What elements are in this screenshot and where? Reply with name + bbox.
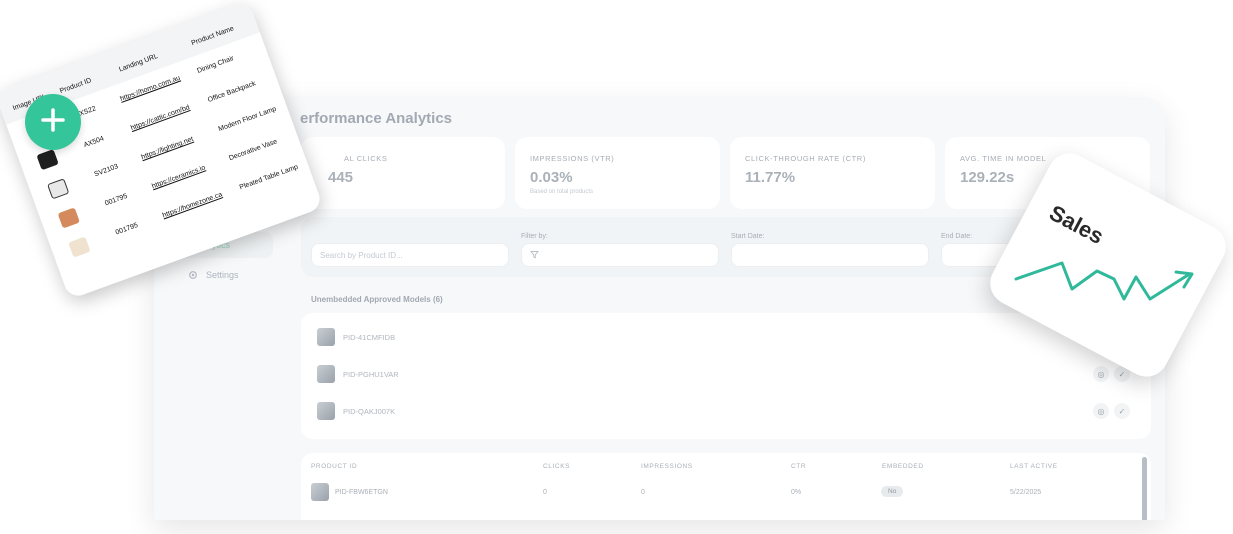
product-name: Modern Floor Lamp (217, 105, 278, 134)
product-image-table-lamp (68, 236, 91, 258)
sidebar-item-label: Settings (206, 270, 239, 280)
model-thumbnail (317, 402, 335, 420)
landing-url-link[interactable]: https://ceramics.io (151, 164, 206, 190)
column-header[interactable]: LAST ACTIVE (1010, 463, 1058, 470)
stat-card-impressions: IMPRESSIONS (VTR) 0.03% Based on total p… (515, 137, 720, 209)
filter-label: Filter by: (521, 233, 548, 240)
landing-url-link[interactable]: https://cattic.com/bd (130, 104, 191, 132)
gear-icon (188, 270, 198, 280)
view-model-button[interactable]: ◎ (1093, 403, 1109, 419)
status-badge: No (881, 486, 904, 497)
stat-card-ctr: CLICK-THROUGH RATE (CTR) 11.77% (730, 137, 935, 209)
product-id: AX504 (82, 135, 106, 150)
last-active-cell: 5/22/2025 (1010, 489, 1042, 496)
model-id: PID-PGHU1VAR (343, 369, 399, 379)
list-item[interactable]: PID-41CMFIDB (317, 327, 395, 347)
stat-value: 0.03% (530, 169, 573, 186)
stat-label: AL CLICKS (344, 154, 388, 163)
scrollbar[interactable] (1142, 457, 1147, 520)
stat-label: IMPRESSIONS (VTR) (530, 154, 615, 163)
models-section-title: Unembedded Approved Models (6) (311, 295, 443, 304)
product-id: 001795 (114, 221, 140, 237)
clicks-cell: 0 (543, 489, 547, 496)
product-image-vase (57, 207, 80, 229)
product-name: Office Backpack (206, 80, 257, 105)
page-title: erformance Analytics (300, 110, 453, 127)
column-header[interactable]: PRODUCT ID (311, 463, 357, 470)
product-name: Dining Chair (196, 55, 235, 75)
plus-icon (40, 107, 66, 138)
column-header[interactable]: CTR (791, 463, 806, 470)
eye-icon: ◎ (1097, 406, 1105, 416)
trend-up-icon (1014, 261, 1194, 301)
product-image-backpack (36, 149, 59, 171)
stat-card-clicks: AL CLICKS 445 (301, 137, 505, 209)
end-date-label: End Date: (941, 233, 973, 240)
landing-url-link[interactable]: https://lighting.net (140, 136, 194, 161)
impressions-cell: 0 (641, 489, 645, 496)
landing-url-link[interactable]: https://homezone.ca (162, 191, 224, 219)
product-id: 001795 (104, 192, 129, 208)
product-table: PRODUCT ID CLICKS IMPRESSIONS CTR EMBEDD… (301, 453, 1151, 520)
approve-button[interactable]: ✓ (1114, 403, 1130, 419)
product-thumbnail (311, 483, 329, 501)
model-id: PID-QAKJ007K (343, 406, 396, 416)
filter-icon (530, 250, 539, 261)
eye-icon: ◎ (1097, 369, 1105, 379)
sidebar-item-settings[interactable]: Settings (168, 262, 273, 288)
product-id: SV2103 (93, 163, 120, 179)
list-item[interactable]: PID-PGHU1VAR (317, 364, 399, 384)
list-item[interactable]: PID-QAKJ007K (317, 401, 395, 421)
column-header[interactable]: CLICKS (543, 463, 570, 470)
view-model-button[interactable]: ◎ (1093, 366, 1109, 382)
search-input[interactable]: Search by Product ID... (311, 243, 509, 267)
product-name: Pleated Table Lamp (238, 163, 300, 192)
filter-select[interactable] (521, 243, 719, 267)
ctr-cell: 0% (791, 489, 802, 496)
add-button[interactable] (25, 94, 81, 150)
models-panel: PID-41CMFIDB PID-PGHU1VAR PID-QAKJ007K ◎… (301, 313, 1151, 439)
model-thumbnail (317, 328, 335, 346)
stat-label: AVG. TIME IN MODEL (960, 154, 1047, 163)
model-id: PID-41CMFIDB (343, 332, 396, 342)
product-name: Decorative Vase (228, 138, 279, 163)
stat-subtext: Based on total products (530, 189, 594, 195)
start-date-label: Start Date: (731, 233, 765, 240)
start-date-input[interactable] (731, 243, 929, 267)
check-icon: ✓ (1118, 369, 1126, 379)
stat-value: 11.77% (745, 169, 796, 186)
column-header[interactable]: IMPRESSIONS (641, 463, 693, 470)
stat-label: CLICK-THROUGH RATE (CTR) (745, 154, 866, 163)
product-image-lamp (47, 178, 70, 200)
product-id-cell[interactable]: PID-FBW6ETGN (335, 489, 388, 496)
check-icon: ✓ (1118, 406, 1126, 416)
model-thumbnail (317, 365, 335, 383)
stat-value: 445 (328, 169, 354, 186)
column-header[interactable]: EMBEDDED (882, 463, 924, 470)
